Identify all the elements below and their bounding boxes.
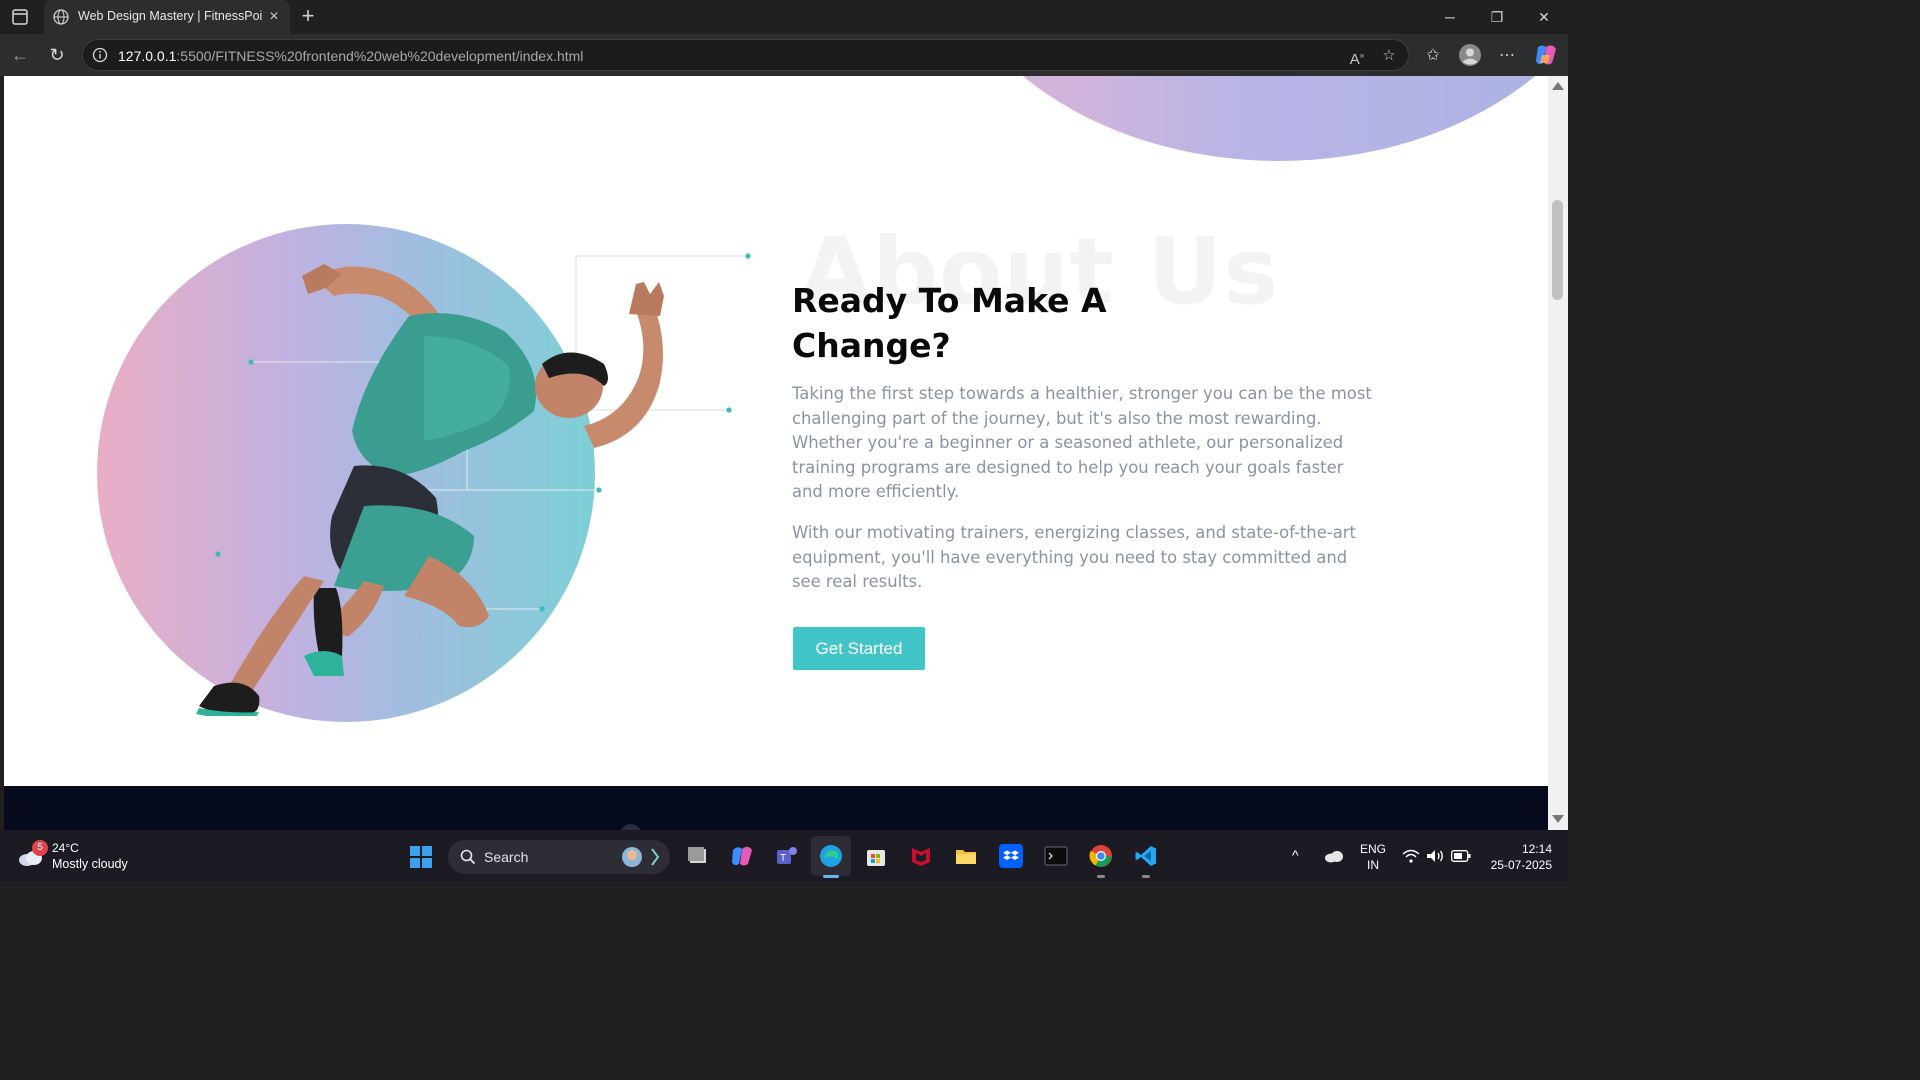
window-close-icon[interactable]: ✕ bbox=[1535, 8, 1553, 26]
taskbar-search[interactable]: Search bbox=[448, 840, 670, 874]
runner-image bbox=[196, 264, 664, 716]
about-paragraph-2: With our motivating trainers, energizing… bbox=[792, 523, 1356, 591]
url-path: :5500/FITNESS%20frontend%20web%20develop… bbox=[176, 48, 584, 64]
onedrive-icon[interactable] bbox=[1324, 849, 1344, 863]
scroll-up-arrow-icon[interactable] bbox=[1552, 82, 1564, 90]
windows-start-icon[interactable] bbox=[410, 846, 432, 868]
search-highlight-icon bbox=[622, 847, 660, 867]
favorite-star-icon[interactable]: ☆ bbox=[1379, 46, 1399, 66]
copilot-app-icon[interactable] bbox=[730, 844, 754, 868]
task-view-icon[interactable] bbox=[686, 844, 710, 868]
read-aloud-icon[interactable]: A» bbox=[1347, 46, 1367, 68]
battery-icon[interactable] bbox=[1451, 850, 1471, 862]
volume-icon[interactable] bbox=[1426, 849, 1444, 863]
url-text[interactable]: 127.0.0.1:5500/FITNESS%20frontend%20web%… bbox=[118, 48, 583, 64]
chrome-icon[interactable] bbox=[1089, 844, 1113, 868]
browser-tab-strip: Web Design Mastery | FitnessPoint × + ─ … bbox=[0, 0, 1568, 34]
tab-close-icon[interactable]: × bbox=[266, 9, 282, 25]
mcafee-icon[interactable] bbox=[909, 844, 933, 868]
terminal-icon[interactable] bbox=[1044, 844, 1068, 868]
favorites-icon[interactable]: ✩ bbox=[1422, 45, 1444, 67]
weather-widget[interactable]: 5 24°C Mostly cloudy bbox=[14, 838, 164, 876]
chrome-running-indicator bbox=[1097, 875, 1105, 878]
site-info-icon[interactable] bbox=[92, 47, 108, 63]
address-bar-row: ← ↻ 127.0.0.1:5500/FITNESS%20frontend%20… bbox=[0, 34, 1568, 76]
reload-icon[interactable]: ↻ bbox=[46, 44, 68, 66]
minimize-icon[interactable]: ─ bbox=[1441, 8, 1459, 26]
weather-badge: 5 bbox=[32, 840, 48, 856]
edge-running-indicator bbox=[823, 875, 839, 878]
more-menu-icon[interactable]: ⋯ bbox=[1496, 45, 1518, 67]
globe-icon bbox=[53, 9, 69, 25]
weather-description: Mostly cloudy bbox=[52, 857, 128, 871]
page-scrollbar[interactable] bbox=[1548, 76, 1568, 830]
language-bottom[interactable]: IN bbox=[1360, 858, 1386, 872]
address-bar[interactable]: 127.0.0.1:5500/FITNESS%20frontend%20web%… bbox=[82, 39, 1409, 71]
edge-browser-icon[interactable] bbox=[819, 844, 843, 868]
scrollbar-thumb[interactable] bbox=[1552, 200, 1563, 300]
clock-time[interactable]: 12:14 bbox=[1486, 842, 1552, 856]
taskbar: 5 24°C Mostly cloudy Search T ^ ENG IN 1… bbox=[0, 830, 1568, 882]
about-paragraph-1: Taking the first step towards a healthie… bbox=[792, 384, 1372, 501]
teams-icon[interactable]: T bbox=[775, 844, 799, 868]
url-host: 127.0.0.1 bbox=[118, 48, 177, 64]
new-tab-icon[interactable]: + bbox=[298, 5, 318, 27]
section-heading: Ready To Make A Change? bbox=[792, 281, 1107, 365]
wifi-icon[interactable] bbox=[1402, 849, 1420, 863]
vscode-icon[interactable] bbox=[1134, 844, 1158, 868]
profile-avatar-icon[interactable] bbox=[1458, 43, 1482, 67]
back-icon[interactable]: ← bbox=[9, 44, 31, 66]
sidebar-toggle-icon[interactable] bbox=[10, 7, 30, 27]
decorative-blob bbox=[934, 76, 1548, 161]
tray-overflow-icon[interactable]: ^ bbox=[1292, 847, 1299, 863]
weather-temperature: 24°C bbox=[52, 841, 79, 855]
scroll-down-arrow-icon[interactable] bbox=[1552, 815, 1564, 823]
language-top[interactable]: ENG bbox=[1360, 842, 1386, 856]
search-label: Search bbox=[484, 849, 529, 865]
tab-title: Web Design Mastery | FitnessPoint bbox=[78, 9, 262, 23]
next-section-strip bbox=[4, 786, 1548, 830]
browser-tab[interactable]: Web Design Mastery | FitnessPoint × bbox=[44, 0, 290, 34]
microsoft-store-icon[interactable] bbox=[864, 844, 888, 868]
page-viewport: About Us Ready To Make A Change? Taking … bbox=[4, 76, 1548, 830]
clock-date[interactable]: 25-07-2025 bbox=[1478, 858, 1552, 872]
search-icon bbox=[460, 849, 476, 865]
svg-text:T: T bbox=[780, 853, 786, 864]
file-explorer-icon[interactable] bbox=[954, 844, 978, 868]
restore-icon[interactable]: ❐ bbox=[1488, 8, 1506, 26]
get-started-button[interactable]: Get Started bbox=[793, 627, 925, 670]
copilot-icon[interactable] bbox=[1534, 44, 1558, 66]
dropbox-icon[interactable] bbox=[999, 844, 1023, 868]
vscode-running-indicator bbox=[1142, 875, 1150, 878]
